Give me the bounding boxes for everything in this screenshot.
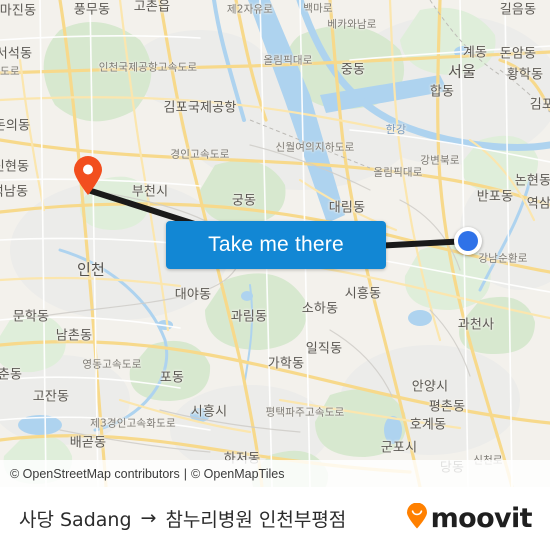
trip-destination: 참누리병원 인천부평점 — [165, 509, 347, 531]
destination-dot-icon — [454, 227, 482, 255]
take-me-there-button[interactable]: Take me there — [166, 221, 386, 269]
attribution-osm[interactable]: © OpenStreetMap contributors — [10, 467, 180, 481]
moovit-wordmark: moovit — [430, 503, 533, 534]
trip-origin: 사당 Sadang — [19, 509, 132, 531]
moovit-pin-icon — [406, 502, 428, 534]
attribution-tiles[interactable]: © OpenMapTiles — [191, 467, 285, 481]
attribution-separator: | — [183, 466, 187, 481]
trip-footer: 사당 Sadang → 참누리병원 인천부평점 moovit — [0, 487, 550, 550]
moovit-logo[interactable]: moovit — [406, 502, 533, 534]
map-canvas[interactable]: .land { fill:#f3f1ec; } .green { fill:#d… — [0, 0, 550, 487]
trip-summary: 사당 Sadang → 참누리병원 인천부평점 — [19, 505, 406, 532]
map-attribution: © OpenStreetMap contributors | © OpenMap… — [0, 460, 550, 487]
trip-preview-card: .land { fill:#f3f1ec; } .green { fill:#d… — [0, 0, 550, 550]
arrow-right-icon: → — [140, 507, 157, 529]
